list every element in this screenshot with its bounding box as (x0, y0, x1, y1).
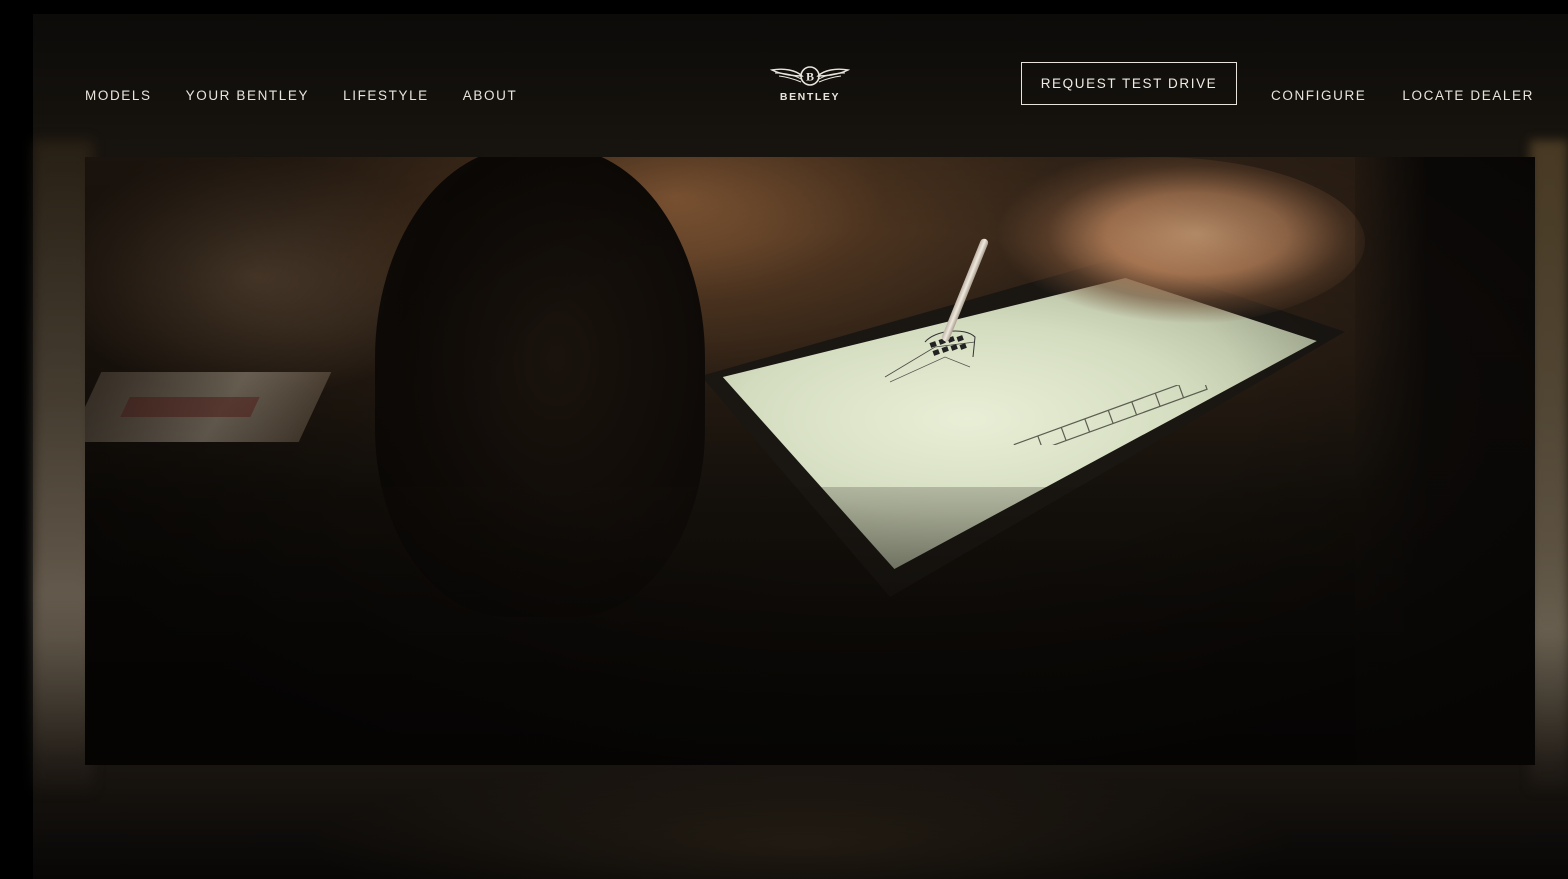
nav-lifestyle[interactable]: LIFESTYLE (343, 88, 429, 103)
backdrop-right-glow (1530, 140, 1568, 790)
nav-your-bentley[interactable]: YOUR BENTLEY (186, 88, 309, 103)
primary-nav: MODELS YOUR BENTLEY LIFESTYLE ABOUT (85, 88, 551, 103)
nav-configure[interactable]: CONFIGURE (1271, 88, 1366, 103)
bentley-winged-b-icon: B (770, 66, 850, 86)
site-header: MODELS YOUR BENTLEY LIFESTYLE ABOUT B BE… (33, 14, 1568, 154)
bentley-logo[interactable]: B BENTLEY (769, 64, 851, 106)
backdrop-left-glow (33, 140, 93, 790)
page: MODELS YOUR BENTLEY LIFESTYLE ABOUT B BE… (0, 0, 1568, 879)
hero-vignette (85, 157, 1535, 765)
svg-text:B: B (806, 70, 814, 84)
secondary-nav: CONFIGURE LOCATE DEALER (1271, 88, 1534, 103)
hero-video[interactable] (85, 157, 1535, 765)
request-test-drive-button[interactable]: REQUEST TEST DRIVE (1021, 62, 1237, 105)
nav-about[interactable]: ABOUT (463, 88, 518, 103)
nav-models[interactable]: MODELS (85, 88, 152, 103)
nav-locate-dealer[interactable]: LOCATE DEALER (1402, 88, 1534, 103)
logo-wordmark: BENTLEY (779, 91, 841, 103)
